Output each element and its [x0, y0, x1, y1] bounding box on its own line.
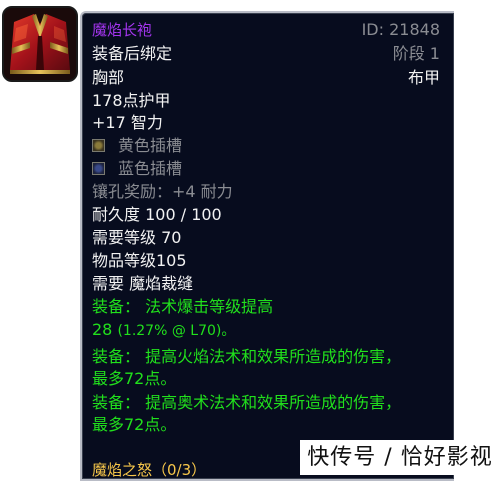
yellow-socket-icon [92, 139, 105, 152]
set-name[interactable]: 魔焰之怒（0/3） [92, 459, 206, 481]
item-level: 物品等级105 [92, 251, 187, 270]
required-profession: 需要 魔焰裁缝 [92, 274, 194, 293]
required-level: 需要等级 70 [92, 228, 182, 247]
effect-spell-crit[interactable]: 装备： 法术爆击等级提高 [92, 296, 273, 318]
item-name: 魔焰长袍 [92, 21, 153, 39]
armor-value: 178点护甲 [92, 91, 171, 110]
effect-fire-damage-cont: 最多72点。 [92, 369, 177, 388]
intellect-stat: +17 智力 [92, 113, 163, 132]
socket-yellow[interactable]: 黄色插槽 [92, 135, 182, 157]
effect-arcane-damage-cont: 最多72点。 [92, 415, 177, 434]
phase-text: 阶段 1 [392, 44, 440, 63]
item-id: ID: 21848 [361, 20, 440, 39]
socket-blue[interactable]: 蓝色插槽 [92, 158, 182, 180]
effect-arcane-damage[interactable]: 装备： 提高奥术法术和效果所造成的伤害， [92, 392, 401, 414]
slot-text: 胸部 [92, 68, 125, 87]
item-icon[interactable] [2, 6, 78, 82]
socket-yellow-label: 黄色插槽 [118, 136, 183, 155]
crit-rating-value: 28 [92, 320, 113, 339]
effect-fire-damage[interactable]: 装备： 提高火焰法术和效果所造成的伤害， [92, 346, 401, 368]
binding-text: 装备后绑定 [92, 44, 173, 63]
watermark: 快传号 / 恰好影视 [300, 440, 500, 475]
durability: 耐久度 100 / 100 [92, 205, 222, 224]
crit-rating-detail: (1.27% @ L70)。 [117, 323, 236, 339]
socket-bonus: 镶孔奖励：+4 耐力 [92, 182, 233, 201]
red-robe-icon [4, 8, 76, 80]
socket-blue-label: 蓝色插槽 [118, 159, 183, 178]
effect-spell-crit-value: 28 (1.27% @ L70)。 [92, 319, 235, 342]
blue-socket-icon [92, 162, 105, 175]
armor-type-text: 布甲 [407, 68, 440, 87]
